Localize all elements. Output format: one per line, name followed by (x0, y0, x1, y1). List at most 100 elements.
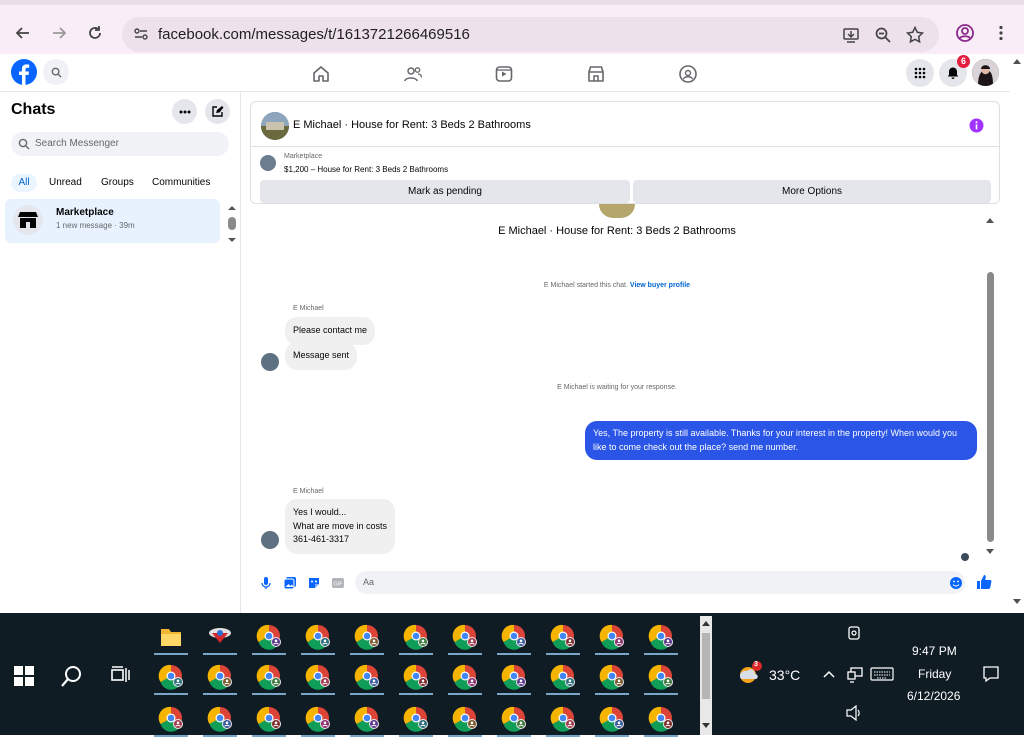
chrome-icon[interactable] (250, 621, 288, 655)
chrome-icon[interactable] (446, 661, 484, 695)
fb-search-icon[interactable] (43, 59, 69, 85)
chrome-icon[interactable] (201, 661, 239, 695)
chrome-icon[interactable] (250, 703, 288, 737)
volume-icon[interactable] (845, 705, 863, 721)
info-icon[interactable] (969, 118, 984, 133)
thumbs-up-icon[interactable] (976, 574, 992, 590)
listing-thumbnail[interactable] (261, 112, 289, 140)
chrome-icon[interactable] (299, 621, 337, 655)
address-bar[interactable]: facebook.com/messages/t/1613721266469516 (122, 17, 939, 52)
view-buyer-profile-link[interactable]: View buyer profile (630, 282, 690, 289)
forward-arrow-icon[interactable] (47, 21, 71, 45)
chrome-icon[interactable] (544, 621, 582, 655)
friends-icon[interactable] (403, 64, 423, 84)
bookmark-star-icon[interactable] (906, 26, 924, 44)
chrome-icon[interactable] (250, 661, 288, 695)
taskbar-search-icon[interactable] (60, 664, 84, 688)
gif-icon[interactable]: GIF (331, 576, 345, 590)
chrome-icon[interactable] (642, 621, 680, 655)
chrome-icon[interactable] (446, 621, 484, 655)
message-input[interactable]: Aa (355, 571, 965, 594)
screen-capture-icon[interactable] (846, 625, 862, 641)
outgoing-message[interactable]: Yes, The property is still available. Th… (585, 421, 977, 460)
windows-start-icon[interactable] (14, 666, 34, 686)
weather-icon[interactable]: 3 (736, 661, 762, 685)
menu-grid-icon[interactable] (906, 59, 934, 87)
microphone-icon[interactable] (259, 576, 273, 590)
sidebar-scrollbar[interactable] (226, 204, 238, 244)
task-view-icon[interactable] (110, 665, 130, 685)
marketplace-label: Marketplace (284, 153, 323, 160)
chrome-icon[interactable] (544, 703, 582, 737)
chrome-icon[interactable] (299, 703, 337, 737)
listing-price-line[interactable]: $1,200 – House for Rent: 3 Beds 2 Bathro… (284, 165, 448, 174)
filter-groups[interactable]: Groups (101, 174, 134, 192)
taskbar-overflow-scroll[interactable] (699, 616, 713, 735)
home-icon[interactable] (311, 64, 331, 84)
profile-icon[interactable] (953, 21, 977, 45)
mark-as-pending-button[interactable]: Mark as pending (260, 180, 630, 203)
conversation-title[interactable]: E Michael · House for Rent: 3 Beds 2 Bat… (293, 119, 531, 131)
chrome-icon[interactable] (642, 661, 680, 695)
filter-communities[interactable]: Communities (152, 174, 210, 192)
more-options-button[interactable]: More Options (633, 180, 991, 203)
chrome-icon[interactable] (152, 661, 190, 695)
chrome-icon[interactable] (495, 703, 533, 737)
incoming-message[interactable]: Message sent (285, 342, 358, 370)
new-message-icon[interactable] (205, 99, 230, 124)
clock-date[interactable]: 6/12/2026 (907, 689, 960, 703)
chrome-icon[interactable] (348, 703, 386, 737)
emoji-icon[interactable] (949, 576, 963, 590)
chrome-icon[interactable] (152, 703, 190, 737)
filter-all[interactable]: All (11, 174, 37, 192)
chrome-icon[interactable] (593, 703, 631, 737)
chrome-icon[interactable] (397, 661, 435, 695)
browser-menu-icon[interactable] (989, 21, 1013, 45)
file-explorer-icon[interactable] (152, 621, 190, 655)
chrome-icon[interactable] (397, 621, 435, 655)
chrome-icon[interactable] (348, 621, 386, 655)
sticker-icon[interactable] (307, 576, 321, 590)
chrome-icon[interactable] (495, 621, 533, 655)
search-messenger-input[interactable]: Search Messenger (11, 132, 229, 156)
sender-avatar[interactable] (261, 353, 279, 371)
page-scrollbar[interactable] (1010, 54, 1024, 612)
clock-day[interactable]: Friday (918, 667, 951, 681)
sender-avatar[interactable] (261, 531, 279, 549)
chrome-icon[interactable] (642, 703, 680, 737)
clock-time[interactable]: 9:47 PM (912, 644, 957, 658)
network-icon[interactable] (846, 665, 864, 683)
chats-title: Chats (11, 101, 56, 118)
chrome-icon[interactable] (397, 703, 435, 737)
show-hidden-icons-chevron-icon[interactable] (822, 668, 836, 680)
chrome-icon[interactable] (593, 621, 631, 655)
chrome-icon[interactable] (593, 661, 631, 695)
chrome-icon[interactable] (201, 703, 239, 737)
install-app-icon[interactable] (842, 26, 860, 44)
app-icon[interactable] (201, 621, 239, 655)
incoming-message[interactable]: Yes I would... What are move in costs 36… (285, 499, 396, 554)
groups-icon[interactable] (678, 64, 698, 84)
keyboard-icon[interactable] (870, 666, 894, 682)
chrome-icon[interactable] (299, 661, 337, 695)
chrome-icon[interactable] (544, 661, 582, 695)
weather-temperature[interactable]: 33°C (769, 667, 800, 683)
chrome-icon[interactable] (446, 703, 484, 737)
video-icon[interactable] (494, 64, 514, 84)
back-arrow-icon[interactable] (11, 21, 35, 45)
chrome-icon[interactable] (348, 661, 386, 695)
photo-icon[interactable] (283, 576, 297, 590)
zoom-icon[interactable] (874, 26, 892, 44)
filter-unread[interactable]: Unread (49, 174, 82, 192)
chrome-icon[interactable] (495, 661, 533, 695)
marketplace-icon[interactable] (586, 64, 606, 84)
chats-options-icon[interactable] (172, 99, 197, 124)
incoming-message[interactable]: Please contact me (285, 317, 376, 345)
facebook-logo-icon[interactable] (11, 59, 37, 85)
account-avatar[interactable] (972, 59, 999, 86)
site-settings-icon[interactable] (133, 26, 151, 44)
reload-icon[interactable] (83, 21, 107, 45)
conversation-scrollbar[interactable] (984, 214, 996, 559)
chat-item-marketplace[interactable]: Marketplace 1 new message · 39m (5, 199, 220, 243)
notification-center-icon[interactable] (982, 665, 1000, 683)
